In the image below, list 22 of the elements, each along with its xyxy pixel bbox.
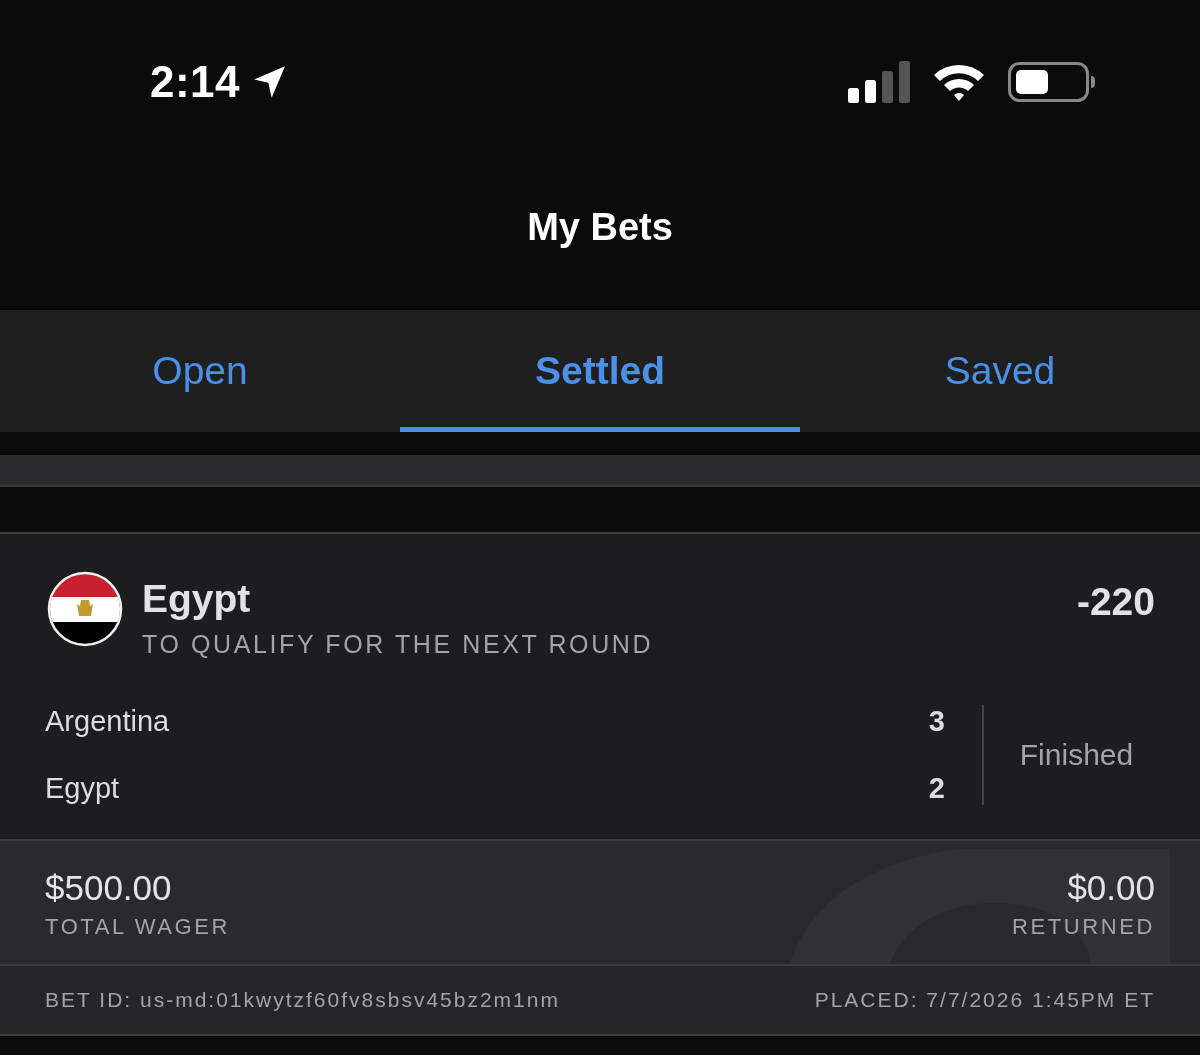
status-time: 2:14 bbox=[150, 57, 241, 107]
wager-amount: $500.00 bbox=[45, 868, 172, 908]
team-score: 3 bbox=[928, 705, 945, 738]
returned-amount: $0.00 bbox=[1067, 868, 1155, 908]
team-name: Egypt bbox=[45, 772, 120, 805]
tab[interactable]: Saved bbox=[800, 310, 1200, 432]
match-status: Finished bbox=[1019, 738, 1134, 772]
tab[interactable]: Open bbox=[0, 310, 400, 432]
team-score: 2 bbox=[928, 772, 945, 805]
page-title: My Bets bbox=[527, 205, 673, 249]
wifi-icon bbox=[932, 62, 986, 102]
returned-label: RETURNED bbox=[1011, 913, 1155, 941]
placed-date: PLACED: 7/7/2026 1:45PM ET bbox=[814, 988, 1155, 1012]
bet-selection: Egypt bbox=[142, 577, 252, 621]
signal-icon bbox=[848, 60, 910, 104]
flag-icon bbox=[47, 571, 123, 647]
bet-id: BET ID: us-md:01kwytzf60fv8sbsv45bz2m1nm bbox=[45, 988, 560, 1012]
battery-icon bbox=[1008, 62, 1096, 102]
bet-market: TO QUALIFY FOR THE NEXT ROUND bbox=[142, 629, 655, 659]
wager-label: TOTAL WAGER bbox=[45, 913, 231, 941]
team-name: Argentina bbox=[45, 705, 170, 738]
bet-odds: -220 bbox=[1076, 580, 1155, 624]
